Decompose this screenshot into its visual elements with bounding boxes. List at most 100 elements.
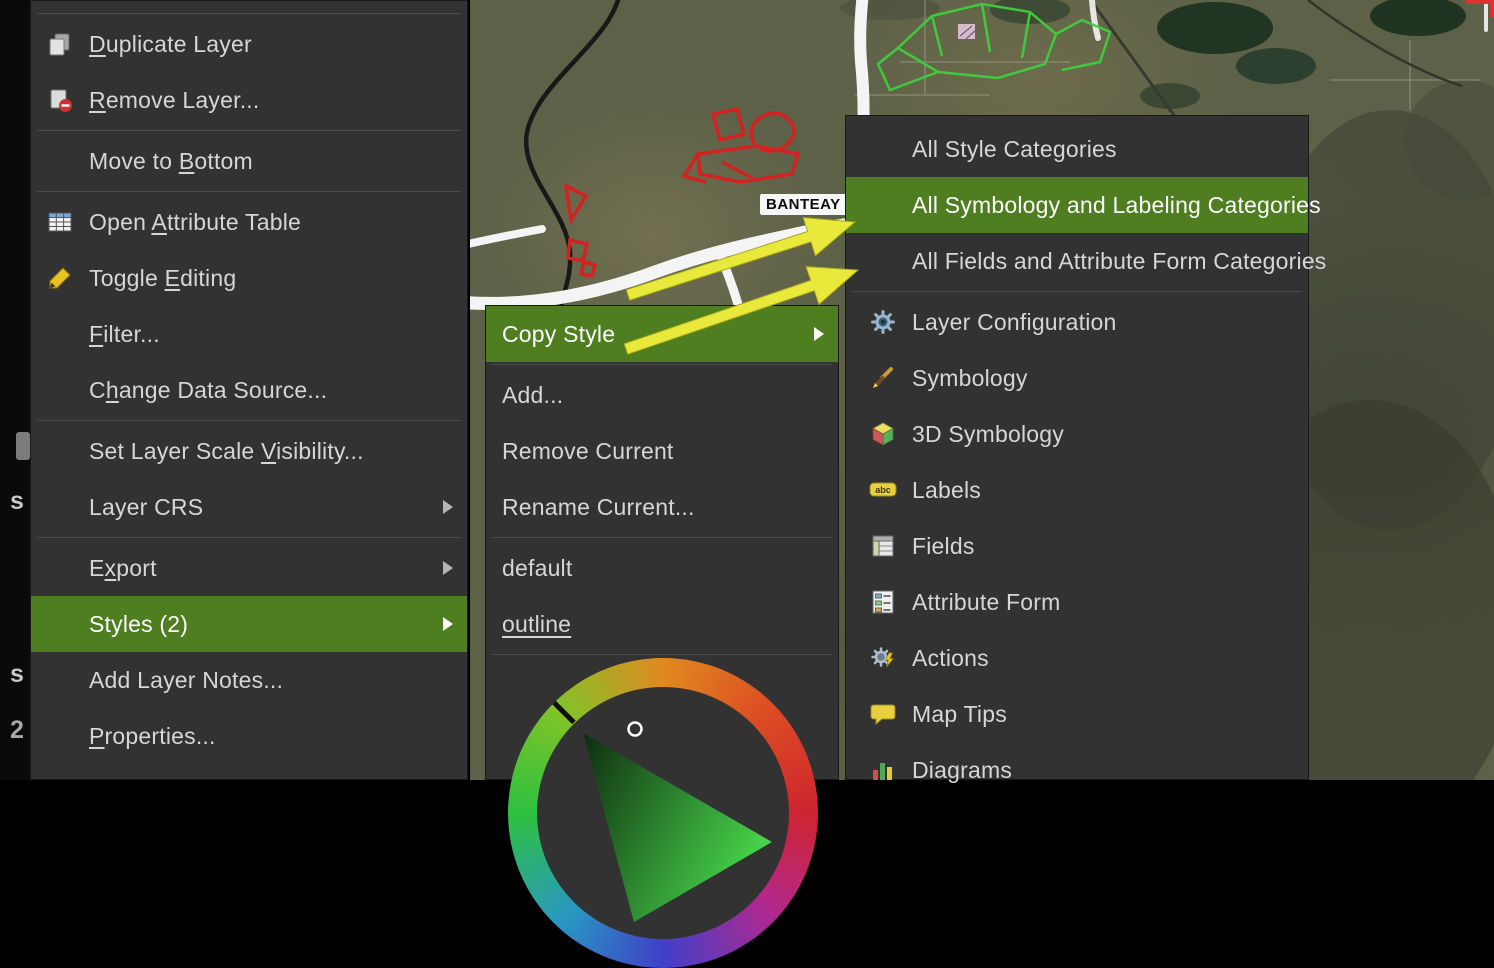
- menu-item-label: Set Layer Scale Visibility...: [89, 438, 364, 465]
- pencil-icon: [43, 263, 77, 293]
- menu-item-label: Open Attribute Table: [89, 209, 301, 236]
- layers-panel-edge: s s 2: [0, 0, 30, 780]
- color-wheel[interactable]: [508, 658, 818, 968]
- speech-bubble-icon: [866, 699, 900, 729]
- form-icon: [866, 587, 900, 617]
- menu-item-fields[interactable]: Fields: [846, 518, 1308, 574]
- menu-item-label: Diagrams: [912, 757, 1012, 784]
- submenu-arrow-icon: [814, 327, 824, 341]
- submenu-arrow-icon: [443, 500, 453, 514]
- menu-item-label: Export: [89, 555, 157, 582]
- menu-item-label: Add...: [502, 382, 563, 409]
- menu-item-label: default: [502, 555, 572, 582]
- menu-item-label: Add Layer Notes...: [89, 667, 283, 694]
- panel-text-fragment: 2: [10, 716, 24, 745]
- remove-layer-icon: [43, 85, 77, 115]
- menu-item-add-style[interactable]: Add...: [486, 367, 838, 423]
- menu-item-label: Change Data Source...: [89, 377, 327, 404]
- menu-item-style-default[interactable]: default: [486, 540, 838, 596]
- menu-item-label: Toggle Editing: [89, 265, 236, 292]
- gear-icon: [866, 307, 900, 337]
- menu-item-styles[interactable]: Styles (2): [31, 596, 467, 652]
- menu-item-diagrams[interactable]: Diagrams: [846, 742, 1308, 798]
- labels-icon: abc: [866, 475, 900, 505]
- menu-separator: [37, 537, 461, 538]
- menu-item-remove-layer[interactable]: Remove Layer...: [31, 72, 467, 128]
- menu-item-duplicate-layer[interactable]: Duplicate Layer: [31, 16, 467, 72]
- menu-item-all-style-categories[interactable]: All Style Categories: [846, 121, 1308, 177]
- menu-item-label: Copy Style: [502, 321, 615, 348]
- menu-item-change-data-source[interactable]: Change Data Source...: [31, 362, 467, 418]
- menu-item-label: outline: [502, 611, 571, 638]
- menu-separator: [492, 654, 832, 655]
- menu-item-layer-crs[interactable]: Layer CRS: [31, 479, 467, 535]
- menu-item-label: Remove Layer...: [89, 87, 259, 114]
- menu-item-label: Fields: [912, 533, 975, 560]
- menu-item-label: Layer CRS: [89, 494, 203, 521]
- menu-item-attribute-form[interactable]: Attribute Form: [846, 574, 1308, 630]
- actions-icon: [866, 643, 900, 673]
- menu-item-label: Move to Bottom: [89, 148, 253, 175]
- color-picker-marker[interactable]: [629, 723, 642, 736]
- panel-text-fragment: s: [10, 660, 24, 689]
- menu-item-label: Symbology: [912, 365, 1028, 392]
- menu-item-layer-configuration[interactable]: Layer Configuration: [846, 294, 1308, 350]
- copy-style-submenu: All Style Categories All Symbology and L…: [845, 115, 1309, 780]
- submenu-arrow-icon: [443, 561, 453, 575]
- menu-item-label: Duplicate Layer: [89, 31, 252, 58]
- map-place-label: BANTEAY: [760, 194, 847, 215]
- menu-item-label: Remove Current: [502, 438, 674, 465]
- menu-item-symbology[interactable]: Symbology: [846, 350, 1308, 406]
- menu-item-style-outline[interactable]: outline: [486, 596, 838, 652]
- menu-item-label: All Symbology and Labeling Categories: [912, 192, 1321, 219]
- menu-item-label: Layer Configuration: [912, 309, 1117, 336]
- saturation-triangle[interactable]: [508, 658, 818, 968]
- extent-marker: [1466, 0, 1494, 18]
- menu-separator: [852, 291, 1302, 292]
- menu-item-actions[interactable]: Actions: [846, 630, 1308, 686]
- menu-item-copy-style[interactable]: Copy Style: [486, 306, 838, 362]
- styles-submenu: Copy Style Add... Remove Current Rename …: [485, 305, 839, 780]
- menu-item-3d-symbology[interactable]: 3D Symbology: [846, 406, 1308, 462]
- menu-item-properties[interactable]: Properties...: [31, 708, 467, 764]
- duplicate-layer-icon: [43, 29, 77, 59]
- menu-item-label: Styles (2): [89, 611, 188, 638]
- menu-item-rename-current-style[interactable]: Rename Current...: [486, 479, 838, 535]
- menu-item-add-layer-notes[interactable]: Add Layer Notes...: [31, 652, 467, 708]
- layer-context-menu: Duplicate Layer Remove Layer... Move to …: [30, 0, 468, 780]
- menu-item-label: 3D Symbology: [912, 421, 1064, 448]
- menu-item-remove-current-style[interactable]: Remove Current: [486, 423, 838, 479]
- menu-item-label: Attribute Form: [912, 589, 1061, 616]
- cube-icon: [866, 419, 900, 449]
- menu-item-label: All Style Categories: [912, 136, 1117, 163]
- menu-item-filter[interactable]: Filter...: [31, 306, 467, 362]
- fields-icon: [866, 531, 900, 561]
- menu-separator: [37, 13, 461, 14]
- panel-icon-fragment: [16, 432, 30, 460]
- menu-item-open-attribute-table[interactable]: Open Attribute Table: [31, 194, 467, 250]
- menu-item-all-fields-attribute-form-categories[interactable]: All Fields and Attribute Form Categories: [846, 233, 1308, 289]
- menu-item-toggle-editing[interactable]: Toggle Editing: [31, 250, 467, 306]
- menu-item-move-to-bottom[interactable]: Move to Bottom: [31, 133, 467, 189]
- menu-item-label: All Fields and Attribute Form Categories: [912, 248, 1327, 275]
- hatched-parcel: [958, 24, 975, 39]
- menu-item-label: Labels: [912, 477, 981, 504]
- red-parcels: [566, 109, 798, 276]
- menu-item-export[interactable]: Export: [31, 540, 467, 596]
- menu-item-label: Filter...: [89, 321, 160, 348]
- menu-item-all-symbology-labeling-categories[interactable]: All Symbology and Labeling Categories: [846, 177, 1308, 233]
- svg-text:abc: abc: [875, 485, 891, 495]
- paintbrush-icon: [866, 363, 900, 393]
- menu-item-label: Rename Current...: [502, 494, 695, 521]
- menu-item-map-tips[interactable]: Map Tips: [846, 686, 1308, 742]
- menu-separator: [37, 130, 461, 131]
- menu-separator: [492, 537, 832, 538]
- menu-item-label: Actions: [912, 645, 989, 672]
- menu-separator: [37, 420, 461, 421]
- boundary-line-black: [526, 0, 620, 322]
- menu-item-labels[interactable]: abc Labels: [846, 462, 1308, 518]
- menu-separator: [492, 364, 832, 365]
- attribute-table-icon: [43, 207, 77, 237]
- panel-text-fragment: s: [10, 487, 24, 516]
- menu-item-set-layer-scale-visibility[interactable]: Set Layer Scale Visibility...: [31, 423, 467, 479]
